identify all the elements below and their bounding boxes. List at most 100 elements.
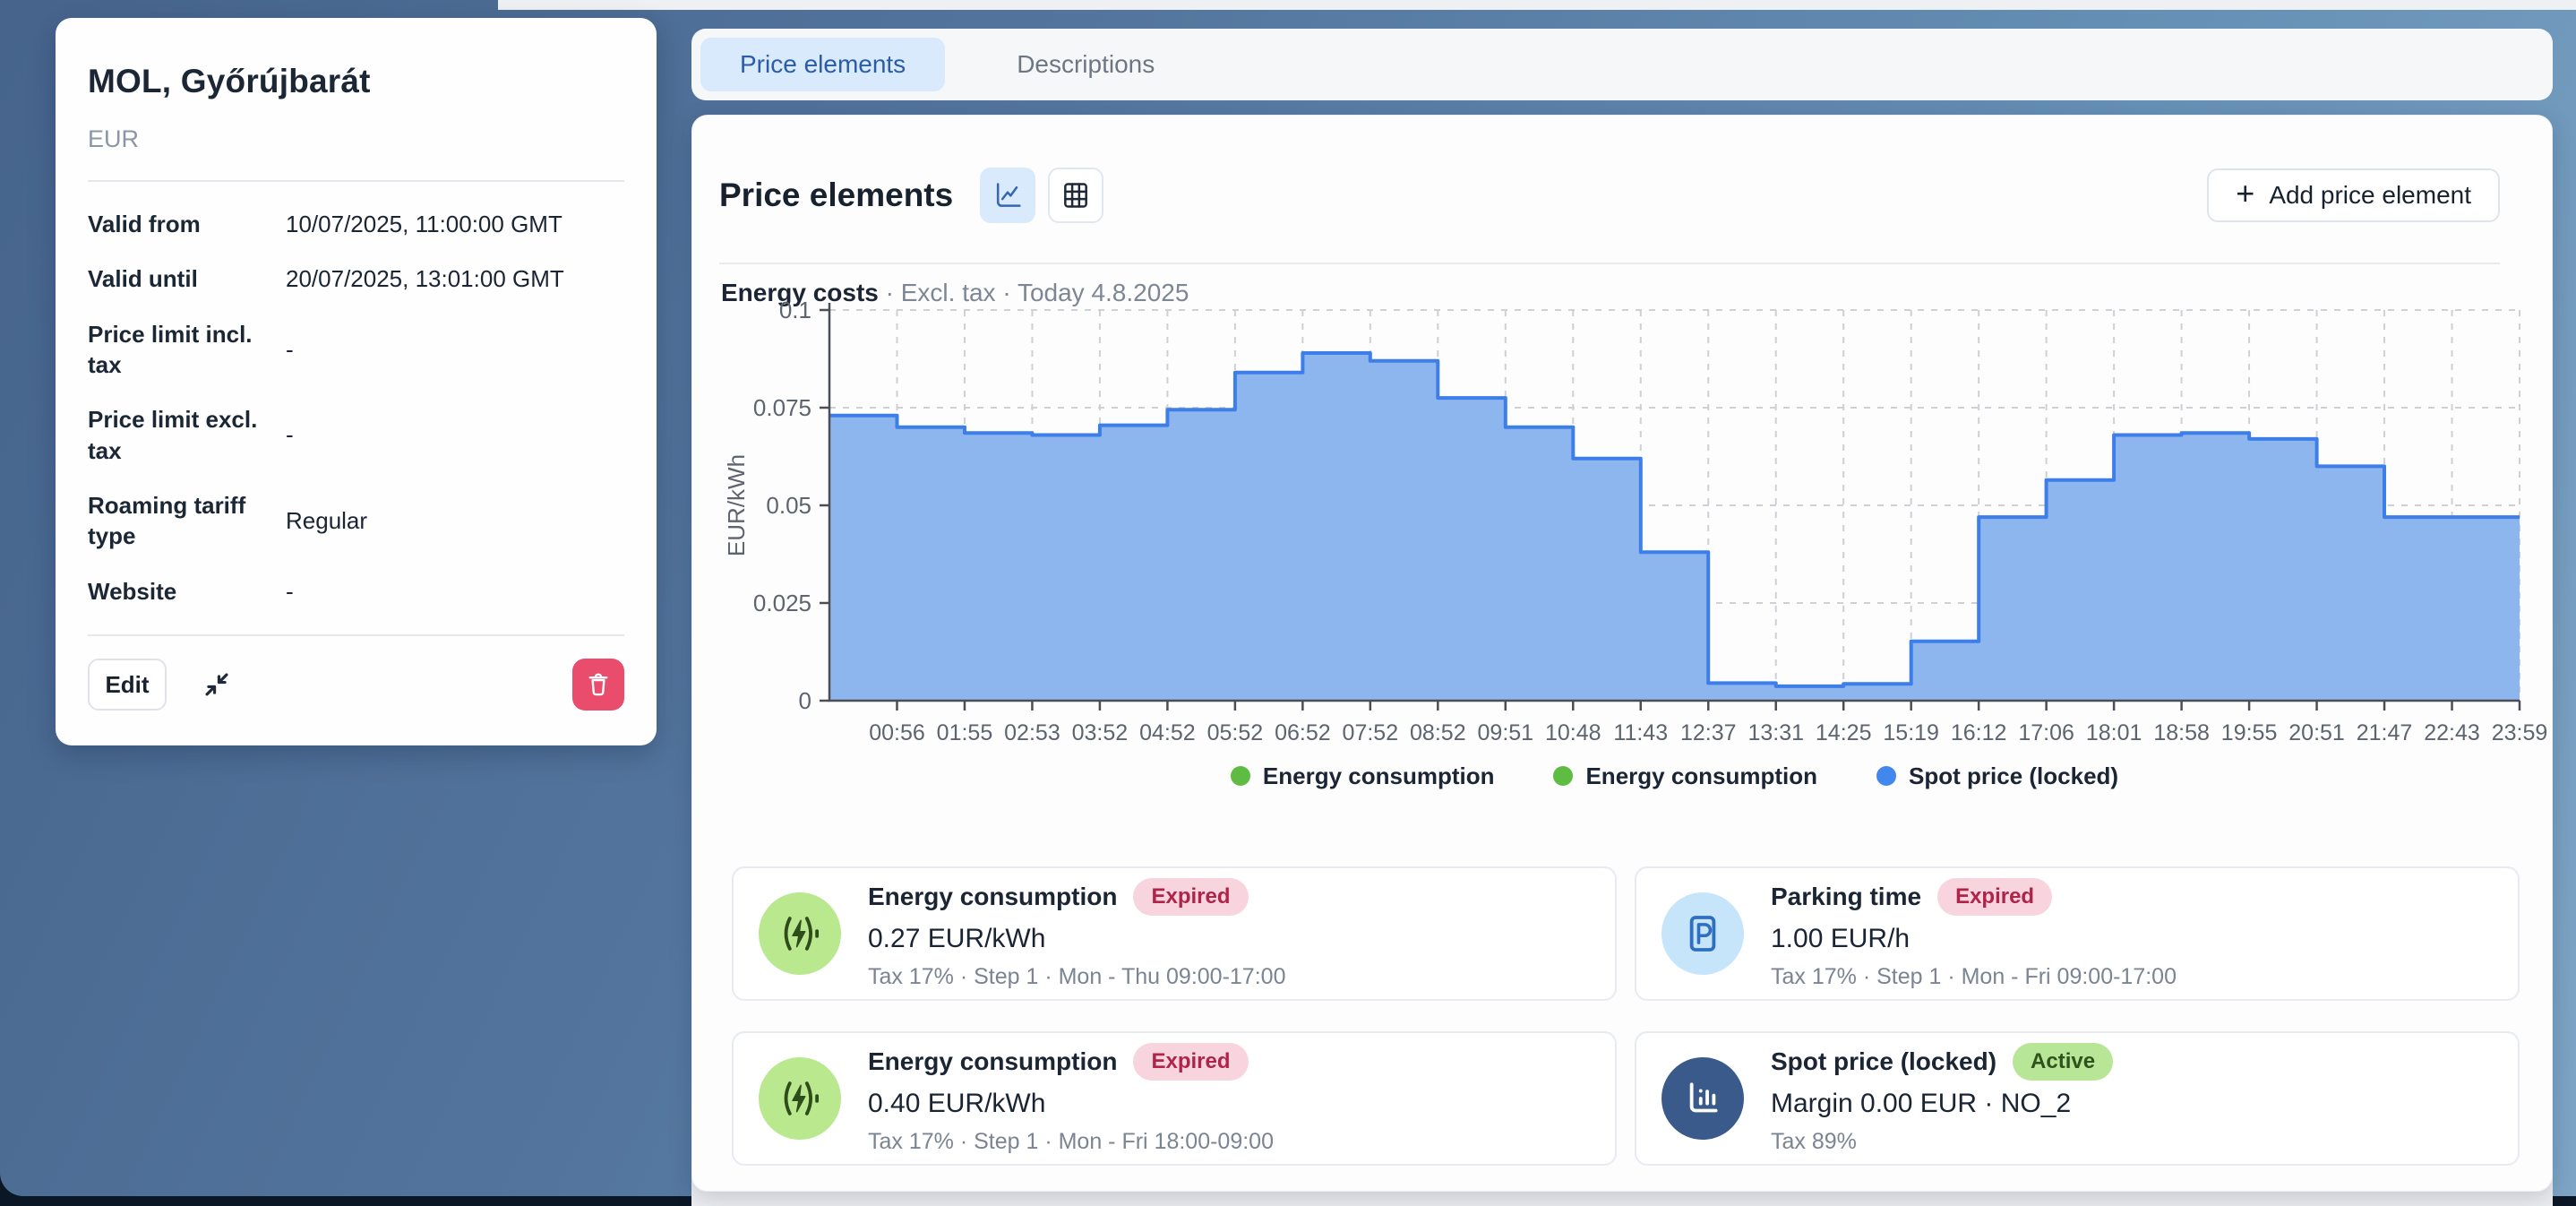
tab-descriptions[interactable]: Descriptions — [977, 38, 1194, 91]
add-price-element-label: Add price element — [2269, 181, 2471, 210]
svg-text:0.05: 0.05 — [766, 492, 811, 519]
chart-legend: Energy consumption Energy consumption Sp… — [829, 757, 2520, 795]
field-value: 20/07/2025, 13:01:00 GMT — [286, 263, 564, 294]
background-top-strip — [498, 0, 2576, 10]
svg-text:11:43: 11:43 — [1613, 720, 1668, 745]
svg-text:15:19: 15:19 — [1883, 720, 1939, 745]
field-value: - — [286, 334, 294, 365]
svg-text:05:52: 05:52 — [1207, 720, 1264, 745]
price-card-title: Parking time — [1771, 883, 1921, 911]
field-row-website: Website - — [88, 576, 624, 607]
price-card-details: Tax 17% · Step 1 · Mon - Fri 18:00-09:00 — [868, 1129, 1274, 1155]
chart-view-button[interactable] — [980, 168, 1035, 223]
divider — [88, 634, 624, 636]
price-card-title: Energy consumption — [868, 1047, 1117, 1076]
svg-text:0: 0 — [799, 687, 811, 714]
charging-icon — [759, 892, 841, 975]
divider — [719, 263, 2500, 264]
svg-text:18:01: 18:01 — [2086, 720, 2142, 745]
field-value: 10/07/2025, 11:00:00 GMT — [286, 209, 562, 239]
field-row-price-limit-incl: Price limit incl. tax - — [88, 319, 624, 381]
tariff-summary-card: MOL, Győrújbarát EUR Valid from 10/07/20… — [56, 18, 657, 745]
legend-dot-blue — [1876, 766, 1896, 786]
view-toggle-group — [980, 168, 1103, 223]
field-row-valid-until: Valid until 20/07/2025, 13:01:00 GMT — [88, 263, 624, 294]
legend-item-energy-consumption: Energy consumption — [1553, 762, 1817, 790]
app-screen: MOL, Győrújbarát EUR Valid from 10/07/20… — [0, 0, 2576, 1206]
price-card-details: Tax 89% — [1771, 1129, 2113, 1155]
tariff-title: MOL, Győrújbarát — [88, 63, 624, 100]
svg-text:00:56: 00:56 — [869, 720, 925, 745]
field-row-roaming-tariff-type: Roaming tariff type Regular — [88, 490, 624, 552]
plus-icon: + — [2236, 177, 2254, 210]
svg-text:21:47: 21:47 — [2357, 720, 2413, 745]
tab-bar: Price elements Descriptions — [691, 29, 2553, 100]
svg-text:18:58: 18:58 — [2153, 720, 2210, 745]
tariff-actions: Edit — [88, 658, 624, 711]
price-card-details: Tax 17% · Step 1 · Mon - Thu 09:00-17:00 — [868, 964, 1285, 990]
svg-text:23:59: 23:59 — [2492, 720, 2548, 745]
svg-text:04:52: 04:52 — [1139, 720, 1196, 745]
price-card-text: Spot price (locked) Active Margin 0.00 E… — [1771, 1043, 2113, 1155]
trash-icon — [583, 669, 614, 700]
price-card-text: Energy consumption Expired 0.27 EUR/kWh … — [868, 878, 1285, 990]
field-label: Valid until — [88, 263, 261, 294]
price-card-text: Parking time Expired 1.00 EUR/h Tax 17% … — [1771, 878, 2177, 990]
svg-text:EUR/kWh: EUR/kWh — [723, 454, 750, 556]
price-card-price: 0.40 EUR/kWh — [868, 1089, 1274, 1119]
price-card-title: Spot price (locked) — [1771, 1047, 1996, 1076]
field-label: Website — [88, 576, 261, 607]
parking-icon — [1662, 892, 1744, 975]
field-value: Regular — [286, 505, 367, 536]
svg-text:02:53: 02:53 — [1004, 720, 1060, 745]
bar-chart-icon — [1662, 1057, 1744, 1140]
svg-text:17:06: 17:06 — [2018, 720, 2074, 745]
table-icon — [1058, 177, 1094, 213]
field-value: - — [286, 419, 294, 450]
svg-text:20:51: 20:51 — [2288, 720, 2345, 745]
tab-price-elements[interactable]: Price elements — [700, 38, 945, 91]
field-label: Price limit excl. tax — [88, 404, 261, 466]
price-element-card-parking[interactable]: Parking time Expired 1.00 EUR/h Tax 17% … — [1635, 866, 2520, 1001]
table-view-button[interactable] — [1048, 168, 1103, 223]
divider — [88, 180, 624, 182]
legend-item-spot-price: Spot price (locked) — [1876, 762, 2118, 790]
charging-icon — [759, 1057, 841, 1140]
price-element-card-energy-1[interactable]: Energy consumption Expired 0.27 EUR/kWh … — [732, 866, 1617, 1001]
delete-button[interactable] — [572, 659, 624, 711]
legend-item-energy-consumption: Energy consumption — [1231, 762, 1495, 790]
svg-text:09:51: 09:51 — [1478, 720, 1534, 745]
field-row-price-limit-excl: Price limit excl. tax - — [88, 404, 624, 466]
legend-dot-green — [1553, 766, 1573, 786]
status-badge: Expired — [1937, 878, 2052, 916]
field-row-valid-from: Valid from 10/07/2025, 11:00:00 GMT — [88, 209, 624, 239]
svg-text:0.025: 0.025 — [753, 590, 811, 616]
price-element-card-spot-price[interactable]: Spot price (locked) Active Margin 0.00 E… — [1635, 1031, 2520, 1166]
status-badge: Expired — [1133, 878, 1248, 916]
svg-text:22:43: 22:43 — [2424, 720, 2480, 745]
svg-text:01:55: 01:55 — [937, 720, 993, 745]
collapse-icon[interactable] — [197, 665, 236, 704]
field-label: Price limit incl. tax — [88, 319, 261, 381]
svg-text:0.1: 0.1 — [779, 297, 811, 323]
field-value: - — [286, 576, 294, 607]
field-label: Roaming tariff type — [88, 490, 261, 552]
price-element-card-energy-2[interactable]: Energy consumption Expired 0.40 EUR/kWh … — [732, 1031, 1617, 1166]
energy-costs-chart: 00.0250.050.0750.100:5601:5502:5303:5204… — [708, 297, 2554, 755]
status-badge: Expired — [1133, 1043, 1248, 1081]
svg-text:14:25: 14:25 — [1816, 720, 1872, 745]
price-element-cards: Energy consumption Expired 0.27 EUR/kWh … — [732, 866, 2520, 1166]
edit-button[interactable]: Edit — [88, 659, 167, 711]
svg-text:06:52: 06:52 — [1275, 720, 1331, 745]
tariff-currency: EUR — [88, 125, 624, 153]
legend-dot-green — [1231, 766, 1250, 786]
add-price-element-button[interactable]: + Add price element — [2207, 168, 2500, 222]
svg-text:19:55: 19:55 — [2221, 720, 2278, 745]
svg-text:10:48: 10:48 — [1545, 720, 1601, 745]
tariff-fields: Valid from 10/07/2025, 11:00:00 GMT Vali… — [88, 209, 624, 607]
price-elements-panel: Price elements — [691, 115, 2553, 1192]
status-badge: Active — [2013, 1043, 2113, 1081]
price-card-price: 1.00 EUR/h — [1771, 924, 2177, 954]
svg-text:0.075: 0.075 — [753, 394, 811, 421]
panel-title: Price elements — [719, 177, 953, 214]
